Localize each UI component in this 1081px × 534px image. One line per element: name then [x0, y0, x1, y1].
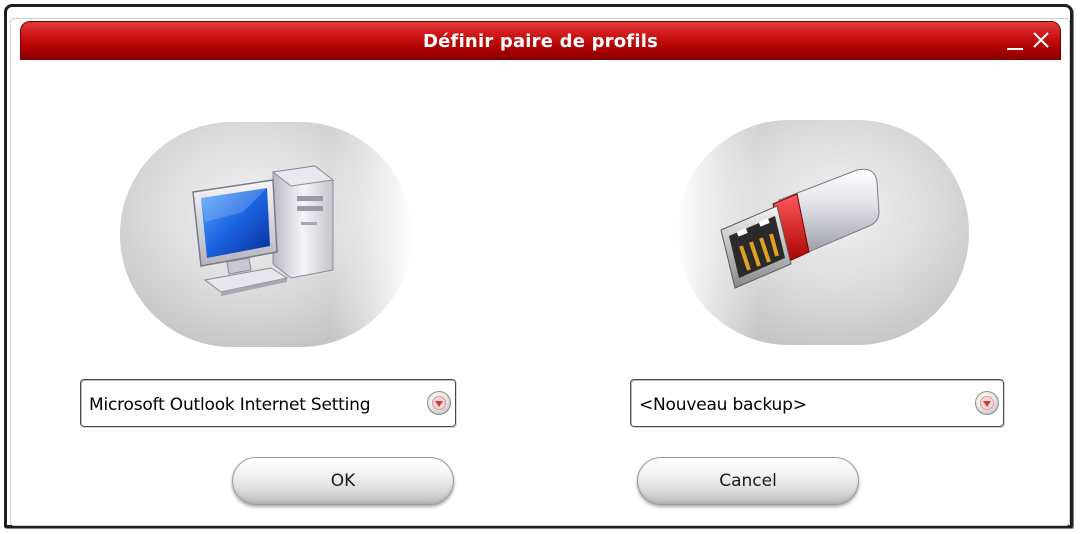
chevron-down-icon[interactable]: [975, 391, 999, 415]
ok-button[interactable]: OK: [232, 457, 454, 505]
chevron-down-icon[interactable]: [427, 391, 451, 415]
usb-drive-icon: [720, 168, 880, 289]
source-device-plate: [120, 122, 412, 347]
backup-select[interactable]: <Nouveau backup>: [630, 379, 1004, 427]
profile-select-value: Microsoft Outlook Internet Setting: [89, 395, 371, 415]
minimize-icon[interactable]: [1004, 28, 1026, 52]
backup-select-value: <Nouveau backup>: [639, 395, 807, 415]
computer-icon: [192, 165, 335, 296]
close-icon[interactable]: [1030, 28, 1052, 52]
target-device-plate: [677, 120, 969, 345]
title-bar[interactable]: Définir paire de profils: [20, 21, 1061, 60]
cancel-button[interactable]: Cancel: [637, 457, 859, 505]
profile-select[interactable]: Microsoft Outlook Internet Setting: [80, 379, 456, 427]
window-title: Définir paire de profils: [422, 31, 658, 52]
